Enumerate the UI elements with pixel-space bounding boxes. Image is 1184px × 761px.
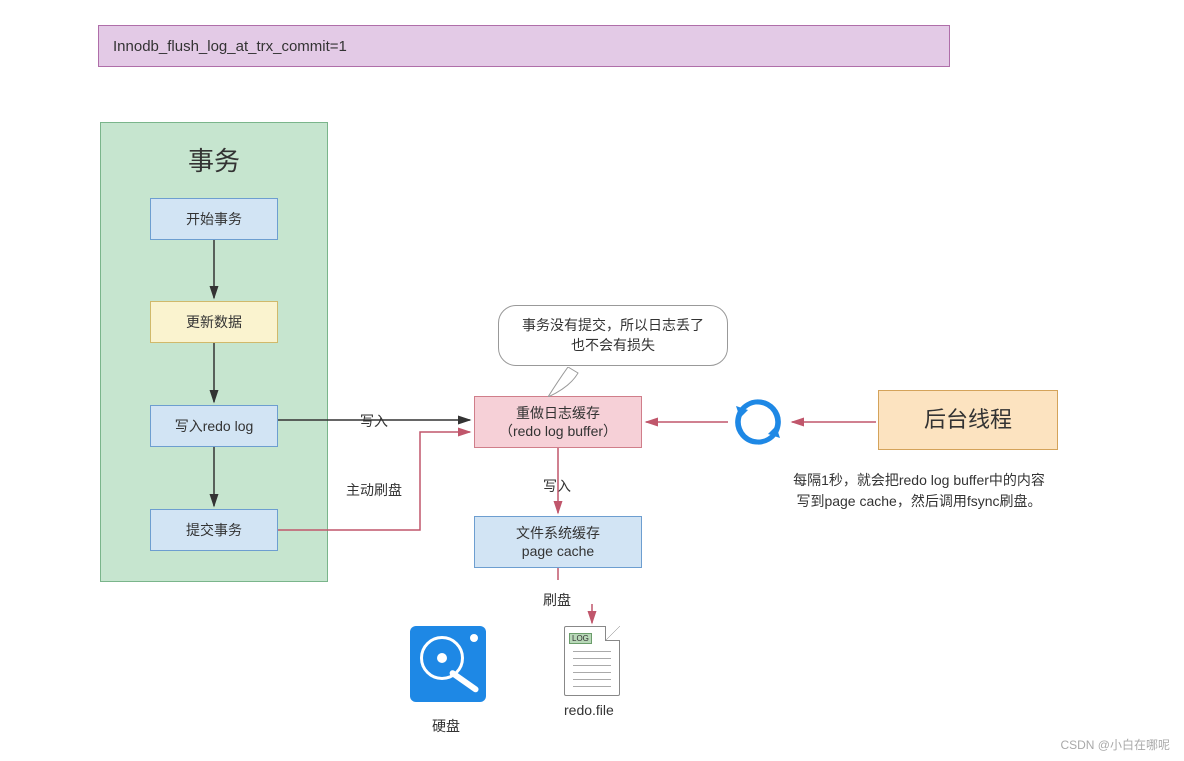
file-label: redo.file: [564, 702, 614, 718]
node-label: 写入redo log: [175, 417, 254, 435]
node-redo-log-buffer: 重做日志缓存 （redo log buffer）: [474, 396, 642, 448]
node-background-thread: 后台线程: [878, 390, 1058, 450]
node-sublabel: page cache: [522, 542, 594, 560]
config-banner: Innodb_flush_log_at_trx_commit=1: [98, 25, 950, 67]
node-label: 更新数据: [186, 313, 242, 331]
node-write-redo-log: 写入redo log: [150, 405, 278, 447]
node-label: 后台线程: [924, 406, 1012, 435]
edge-label-write2: 写入: [543, 476, 571, 496]
refresh-cycle-icon: [732, 396, 784, 448]
config-text: Innodb_flush_log_at_trx_commit=1: [113, 38, 347, 55]
desc-line: 每隔1秒，就会把redo log buffer中的内容: [754, 470, 1084, 491]
bubble-line: 也不会有损失: [511, 336, 715, 356]
node-commit-transaction: 提交事务: [150, 509, 278, 551]
disk-icon: [410, 626, 486, 702]
node-sublabel: （redo log buffer）: [499, 422, 617, 440]
node-label: 提交事务: [186, 521, 242, 539]
node-label: 重做日志缓存: [516, 404, 600, 422]
disk-label: 硬盘: [432, 716, 460, 736]
bg-thread-description: 每隔1秒，就会把redo log buffer中的内容 写到page cache…: [754, 470, 1084, 512]
speech-bubble-tail-icon: [548, 367, 588, 397]
log-file-icon: LOG: [564, 626, 620, 696]
node-update-data: 更新数据: [150, 301, 278, 343]
node-start-transaction: 开始事务: [150, 198, 278, 240]
node-label: 开始事务: [186, 210, 242, 228]
log-tag: LOG: [569, 633, 592, 644]
edge-label-flush: 刷盘: [543, 590, 571, 610]
transaction-title: 事务: [101, 141, 327, 178]
node-label: 文件系统缓存: [516, 524, 600, 542]
edge-label-write: 写入: [360, 411, 388, 431]
edge-label-active-flush: 主动刷盘: [346, 480, 402, 500]
watermark: CSDN @小白在哪呢: [1060, 736, 1170, 753]
node-page-cache: 文件系统缓存 page cache: [474, 516, 642, 568]
speech-bubble: 事务没有提交，所以日志丢了 也不会有损失: [498, 305, 728, 366]
bubble-line: 事务没有提交，所以日志丢了: [511, 316, 715, 336]
desc-line: 写到page cache，然后调用fsync刷盘。: [754, 491, 1084, 512]
